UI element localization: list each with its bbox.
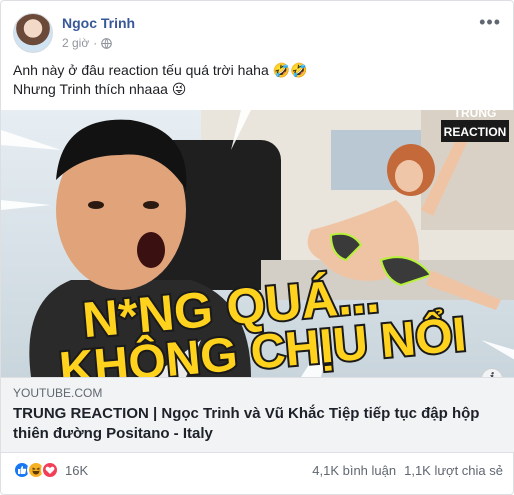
link-title[interactable]: TRUNG REACTION | Ngọc Trinh và Vũ Khắc T… — [13, 404, 501, 444]
love-icon — [41, 461, 59, 479]
post-text-line: Nhưng Trinh thích nhaaa 😜 — [13, 81, 187, 97]
link-preview[interactable]: YOUTUBE.COM TRUNG REACTION | Ngọc Trinh … — [1, 377, 514, 453]
badge-top-text: TRUNG — [454, 110, 497, 120]
thumbnail-image: TRUNG REACTION N*NG QUÁ... KHÔNG CHỊU NỔ… — [1, 110, 514, 377]
comment-count[interactable]: 4,1K bình luận — [312, 463, 396, 478]
engagement-stats: 4,1K bình luận 1,1K lượt chia sẻ — [312, 463, 503, 478]
post-text-line: Anh này ở đâu reaction tếu quá trời haha… — [13, 62, 308, 78]
reaction-count[interactable]: 16K — [65, 463, 88, 478]
reaction-summary[interactable]: 16K — [13, 461, 88, 479]
author-name[interactable]: Ngoc Trinh — [62, 15, 135, 31]
share-count[interactable]: 1,1K lượt chia sẻ — [404, 463, 503, 478]
post-text: Anh này ở đâu reaction tếu quá trời haha… — [13, 61, 503, 99]
post-timestamp[interactable]: 2 giờ — [62, 36, 89, 50]
globe-icon — [101, 37, 113, 49]
post-footer: 16K 4,1K bình luận 1,1K lượt chia sẻ — [13, 459, 503, 483]
avatar[interactable] — [13, 13, 53, 53]
post-header: Ngoc Trinh 2 giờ · ••• — [13, 9, 503, 53]
link-thumbnail[interactable]: TRUNG REACTION N*NG QUÁ... KHÔNG CHỊU NỔ… — [1, 110, 514, 377]
feed-post: Ngoc Trinh 2 giờ · ••• Anh này ở đâu rea… — [0, 0, 514, 495]
badge-bottom-text: REACTION — [444, 125, 507, 139]
more-horizontal-icon[interactable]: ••• — [479, 13, 501, 31]
meta-separator: · — [93, 36, 98, 50]
link-domain: YOUTUBE.COM — [13, 386, 103, 400]
post-meta: 2 giờ · — [62, 36, 113, 50]
